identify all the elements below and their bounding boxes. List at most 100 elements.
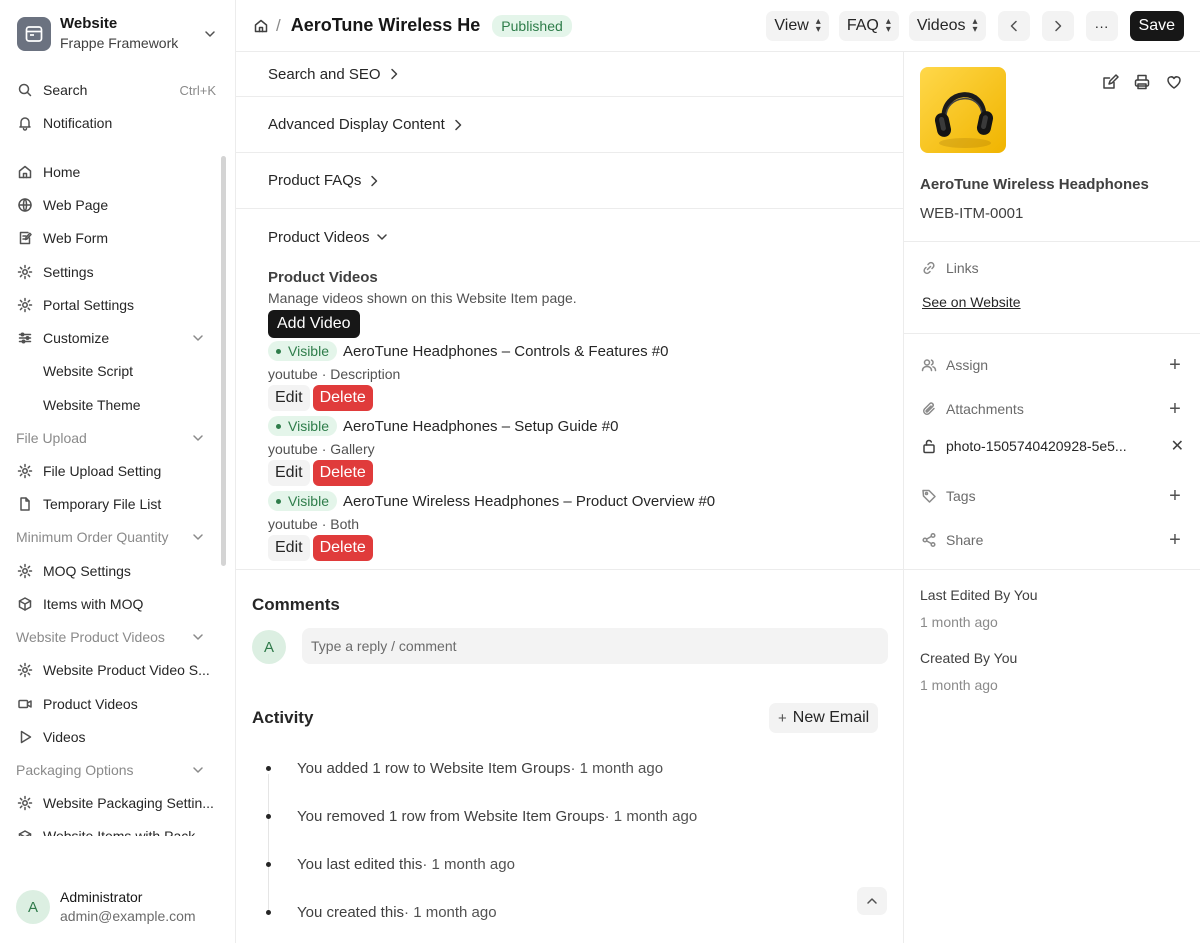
sidebar-item-home[interactable]: Home: [8, 157, 224, 187]
sidebar-group-file-upload[interactable]: File Upload: [8, 423, 224, 453]
sidebar-item-web-page[interactable]: Web Page: [8, 190, 224, 220]
sidebar-item-website-script[interactable]: Website Script: [8, 356, 224, 386]
new-email-label: New Email: [792, 709, 870, 726]
edit-video-button[interactable]: Edit: [268, 385, 310, 411]
section-label: Search and SEO: [268, 65, 381, 83]
edit-video-button[interactable]: Edit: [268, 535, 310, 561]
sidebar-item-label: Home: [43, 164, 81, 180]
sidebar-item-website-theme[interactable]: Website Theme: [8, 390, 224, 420]
user-menu[interactable]: A Administrator admin@example.com: [8, 880, 228, 934]
activity-item: You last edited this · 1 month ago: [266, 856, 515, 873]
section-product-faqs[interactable]: Product FAQs: [236, 153, 903, 209]
avatar: A: [252, 630, 286, 664]
sidebar-item-label: Web Page: [43, 197, 109, 213]
form-edit-icon: [16, 229, 34, 247]
section-product-videos[interactable]: Product Videos: [236, 209, 903, 265]
sort-updown-icon: ▴ ▾: [815, 16, 821, 35]
unlock-icon: [920, 437, 938, 455]
last-edited-time: 1 month ago: [920, 614, 998, 630]
sidebar-item-label: Customize: [43, 330, 110, 346]
sidebar-item-website-items-with-packaging[interactable]: Website Items with Pack...: [8, 822, 224, 836]
edit-video-button[interactable]: Edit: [268, 460, 310, 486]
view-dropdown[interactable]: View ▴ ▾: [766, 11, 829, 41]
sidebar-item-label: Items with MOQ: [43, 596, 144, 612]
add-attachment-button[interactable]: +: [1166, 399, 1184, 419]
share-row: Share +: [920, 528, 1184, 552]
sidebar-item-portal-settings[interactable]: Portal Settings: [8, 290, 224, 320]
page-header: / AeroTune Wireless He Published View ▴ ▾…: [236, 0, 1200, 52]
search-button[interactable]: Search Ctrl+K: [8, 75, 224, 105]
sidebar-item-web-form[interactable]: Web Form: [8, 223, 224, 253]
sidebar-group-packaging-options[interactable]: Packaging Options: [8, 755, 224, 785]
section-search-seo[interactable]: Search and SEO: [236, 52, 903, 97]
attachments-label: Attachments: [946, 401, 1024, 417]
more-actions-button[interactable]: ···: [1085, 11, 1118, 41]
videos-dropdown[interactable]: Videos ▴ ▾: [908, 11, 986, 41]
section-advanced-display[interactable]: Advanced Display Content: [236, 97, 903, 153]
home-icon: [16, 163, 34, 181]
sidebar-item-product-videos[interactable]: Product Videos: [8, 689, 224, 719]
sidebar-item-website-packaging-settings[interactable]: Website Packaging Settin...: [8, 788, 224, 818]
sidebar: Website Frappe Framework Search Ctrl+K N…: [0, 0, 236, 943]
workspace-switcher[interactable]: Website Frappe Framework: [8, 8, 228, 60]
sidebar-item-temporary-file-list[interactable]: Temporary File List: [8, 489, 224, 519]
video-name: AeroTune Headphones – Setup Guide #0: [343, 417, 619, 435]
add-tag-button[interactable]: +: [1166, 486, 1184, 506]
scroll-to-top-button[interactable]: [857, 887, 887, 915]
previous-button[interactable]: [997, 11, 1030, 41]
next-button[interactable]: [1041, 11, 1074, 41]
activity-text: You added 1 row to Website Item Groups: [297, 760, 571, 777]
faq-dropdown[interactable]: FAQ ▴ ▾: [838, 11, 899, 41]
activity-time: · 1 month ago: [570, 760, 664, 777]
video-name: AeroTune Wireless Headphones – Product O…: [343, 492, 716, 510]
box-icon: [16, 595, 34, 613]
sidebar-item-items-with-moq[interactable]: Items with MOQ: [8, 589, 224, 619]
see-on-website-link[interactable]: See on Website: [922, 294, 1021, 310]
sidebar-group-website-product-videos[interactable]: Website Product Videos: [8, 622, 224, 652]
sidebar-scrollbar[interactable]: [221, 156, 226, 566]
save-button[interactable]: Save: [1129, 11, 1184, 41]
sidebar-item-moq-settings[interactable]: MOQ Settings: [8, 556, 224, 586]
heart-icon[interactable]: [1164, 72, 1184, 92]
sidebar-item-videos[interactable]: Videos: [8, 722, 224, 752]
remove-attachment-close-icon[interactable]: ✕: [1171, 436, 1184, 456]
delete-video-button[interactable]: Delete: [312, 535, 373, 561]
sidebar-item-label: MOQ Settings: [43, 563, 131, 579]
activity-timeline-line: [268, 774, 269, 914]
add-assign-button[interactable]: +: [1166, 355, 1184, 375]
edit-icon[interactable]: [1100, 72, 1120, 92]
chevron-down-icon: [189, 761, 207, 779]
gear-icon: [16, 263, 34, 281]
sidebar-item-customize[interactable]: Customize: [8, 323, 224, 353]
sidebar-group-label: Website Product Videos: [16, 629, 165, 645]
activity-item: You created this · 1 month ago: [266, 904, 497, 921]
home-icon[interactable]: [252, 17, 270, 35]
sidebar-group-minimum-order-quantity[interactable]: Minimum Order Quantity: [8, 522, 224, 552]
sidebar-item-file-upload-setting[interactable]: File Upload Setting: [8, 456, 224, 486]
tag-icon: [920, 487, 938, 505]
video-meta: youtube · Description: [268, 366, 401, 382]
sidebar-group-label: Packaging Options: [16, 762, 134, 778]
new-email-button[interactable]: + New Email: [769, 703, 879, 733]
page-title: AeroTune Wireless He: [290, 15, 481, 35]
links-label: Links: [946, 260, 979, 276]
product-image[interactable]: [920, 67, 1006, 153]
attachment-item[interactable]: photo-1505740420928-5e5... ✕: [920, 434, 1184, 458]
sidebar-item-website-product-video-settings[interactable]: Website Product Video S...: [8, 655, 224, 685]
timeline-dot-icon: [266, 814, 271, 819]
delete-video-button[interactable]: Delete: [312, 460, 373, 486]
last-edited-label: Last Edited By You: [920, 587, 1038, 603]
notification-button[interactable]: Notification: [8, 108, 224, 138]
sidebar-details-panel: AeroTune Wireless Headphones WEB-ITM-000…: [904, 52, 1200, 943]
globe-icon: [16, 196, 34, 214]
delete-video-button[interactable]: Delete: [312, 385, 373, 411]
sidebar-item-label: Website Script: [43, 363, 133, 379]
add-share-button[interactable]: +: [1166, 530, 1184, 550]
print-icon[interactable]: [1132, 72, 1152, 92]
sidebar-item-label: Website Packaging Settin...: [43, 795, 214, 811]
sidebar-item-label: Website Items with Pack...: [43, 828, 207, 836]
sidebar-item-settings[interactable]: Settings: [8, 257, 224, 287]
comment-input[interactable]: [302, 628, 888, 664]
add-video-button[interactable]: Add Video: [268, 310, 360, 338]
bell-icon: [16, 114, 34, 132]
